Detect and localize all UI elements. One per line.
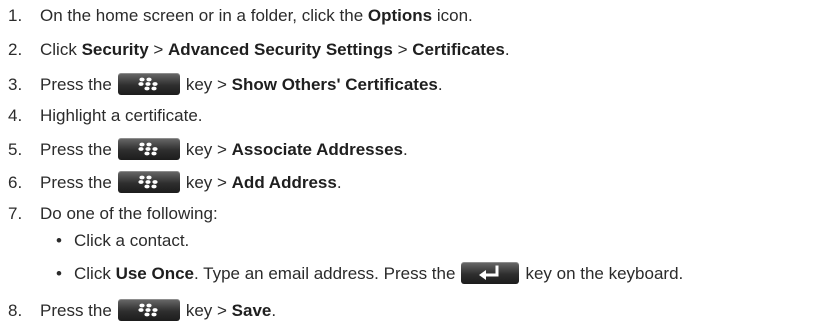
security-label: Security bbox=[81, 40, 149, 59]
step-text-part: . bbox=[336, 173, 342, 192]
associate-addresses-label: Associate Addresses bbox=[231, 140, 404, 159]
step-text-part: Press the bbox=[40, 173, 112, 192]
bullet-text: Click Use Once. Type an email address. P… bbox=[74, 261, 683, 287]
step-text: Press the key > Associate Addresses. bbox=[40, 137, 408, 163]
save-label: Save bbox=[231, 301, 272, 320]
bullet-icon: • bbox=[56, 264, 62, 283]
step-text: On the home screen or in a folder, click… bbox=[40, 3, 473, 29]
step-text-part: . bbox=[403, 140, 408, 159]
bullet-text: Click a contact. bbox=[74, 231, 190, 250]
advanced-security-settings-label: Advanced Security Settings bbox=[168, 40, 393, 59]
show-others-certificates-label: Show Others' Certificates bbox=[231, 75, 438, 94]
step-text-part: > bbox=[392, 40, 413, 59]
step-number: 4. bbox=[8, 106, 23, 125]
step-number: 3. bbox=[8, 75, 23, 94]
step-text-part: . bbox=[271, 301, 277, 320]
step-text-part: > bbox=[148, 40, 169, 59]
step-text-part: . bbox=[504, 40, 510, 59]
step-text-part: . bbox=[437, 75, 443, 94]
bullet-icon: • bbox=[56, 231, 62, 250]
step-text-part: On the home screen or in a folder, click… bbox=[40, 6, 368, 25]
add-address-label: Add Address bbox=[231, 173, 337, 192]
step-number: 6. bbox=[8, 173, 23, 192]
use-once-label: Use Once bbox=[115, 264, 194, 283]
step-text: Press the key > Save. bbox=[40, 298, 276, 324]
step-text-part: key > bbox=[185, 301, 232, 320]
step-text-part: Press the bbox=[40, 75, 112, 94]
step-text-part: icon. bbox=[432, 6, 473, 25]
bullet-text-part: . Type an email address. Press the bbox=[194, 264, 456, 283]
step-text: Do one of the following: bbox=[40, 204, 218, 223]
step-number: 7. bbox=[8, 204, 23, 223]
step-text: Press the key > Show Others' Certificates… bbox=[40, 72, 443, 98]
bullet-text-part: Click bbox=[74, 264, 116, 283]
step-text-part: key > bbox=[185, 75, 232, 94]
step-number: 5. bbox=[8, 140, 23, 159]
blackberry-menu-key-icon bbox=[117, 73, 180, 96]
blackberry-menu-key-icon bbox=[117, 299, 180, 322]
blackberry-menu-key-icon bbox=[117, 171, 180, 194]
step-text: Press the key > Add Address. bbox=[40, 170, 342, 196]
step-text-part: Click bbox=[40, 40, 82, 59]
step-text-part: key > bbox=[185, 173, 232, 192]
step-number: 8. bbox=[8, 301, 23, 320]
bullet-text-part: key on the keyboard. bbox=[525, 264, 684, 283]
step-text: Click Security > Advanced Security Setti… bbox=[40, 37, 510, 63]
certificates-label: Certificates bbox=[412, 40, 505, 59]
step-number: 2. bbox=[8, 40, 23, 59]
step-number: 1. bbox=[8, 6, 23, 25]
step-text-part: Press the bbox=[40, 301, 112, 320]
step-text: Highlight a certificate. bbox=[40, 106, 203, 125]
step-text-part: key > bbox=[185, 140, 232, 159]
enter-key-icon bbox=[461, 262, 520, 285]
options-label: Options bbox=[367, 6, 433, 25]
step-text-part: Press the bbox=[40, 140, 112, 159]
blackberry-menu-key-icon bbox=[117, 138, 180, 161]
